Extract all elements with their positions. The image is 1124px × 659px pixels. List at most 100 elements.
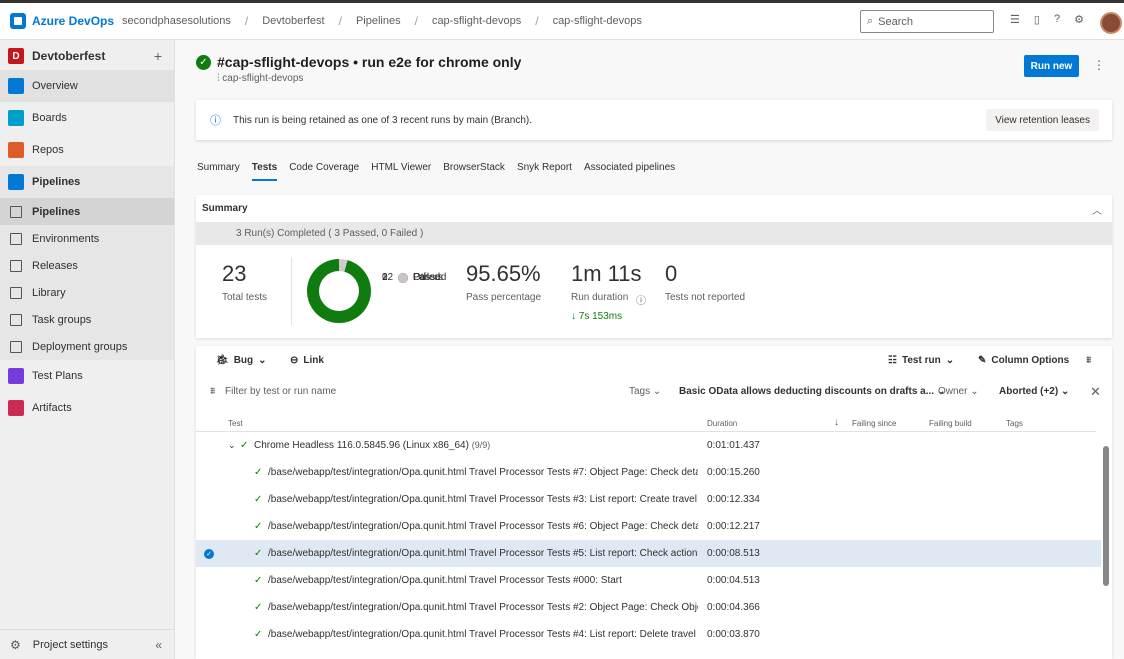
collapse-sidebar-icon[interactable]: « (155, 638, 162, 652)
filter-input[interactable]: Filter by test or run name (225, 386, 336, 397)
brand-name[interactable]: Azure DevOps (32, 14, 114, 28)
sidebar-item-artifacts[interactable]: Artifacts (0, 392, 174, 424)
add-icon[interactable]: + (154, 48, 162, 64)
table-row[interactable]: ✓ /base/webapp/test/integration/Opa.quni… (196, 513, 1101, 540)
pass-percentage-label: Pass percentage (466, 292, 542, 303)
sidebar-subitem-label: Environments (32, 232, 100, 245)
divider (291, 257, 292, 325)
test-name: /base/webapp/test/integration/Opa.qunit.… (268, 467, 698, 478)
column-options-button[interactable]: ✎ Column Options (978, 355, 1069, 366)
breadcrumb-run[interactable]: cap-sflight-devops (553, 15, 642, 27)
sort-down-icon[interactable]: ↓ (834, 417, 839, 428)
column-options-label: Column Options (991, 355, 1070, 366)
clear-filters-icon[interactable]: ✕ (1090, 384, 1101, 400)
owner-filter[interactable]: Owner ⌄ (938, 386, 979, 397)
test-name: /base/webapp/test/integration/Opa.qunit.… (268, 521, 698, 532)
breadcrumb-pipelines[interactable]: Pipelines (356, 15, 401, 27)
scroll-thumb[interactable] (1103, 446, 1109, 586)
scrollbar[interactable] (1102, 426, 1110, 656)
table-row[interactable]: ✓ /base/webapp/test/integration/Opa.quni… (196, 567, 1101, 594)
column-failing-build[interactable]: Failing build (929, 419, 972, 428)
tab-html-viewer[interactable]: HTML Viewer (371, 162, 431, 181)
search-icon: ⌕ (867, 15, 874, 27)
project-settings-link[interactable]: ⚙ Project settings « (0, 629, 174, 659)
test-duration: 0:00:08.513 (707, 548, 760, 559)
task-list-icon[interactable]: ☰ (1010, 13, 1020, 26)
selected-check-icon[interactable]: ✓ (204, 548, 214, 559)
owner-filter-label: Owner (938, 386, 968, 397)
tab-summary[interactable]: Summary (197, 162, 240, 181)
overview-icon (8, 78, 24, 94)
run-title-row: ✓ #cap-sflight-devops • run e2e for chro… (196, 54, 521, 70)
chevron-up-icon[interactable]: ︿ (1092, 202, 1102, 217)
project-header[interactable]: D Devtoberfest + (0, 42, 174, 70)
test-group-row[interactable]: ⌄ ✓ Chrome Headless 116.0.5845.96 (Linux… (196, 432, 1101, 459)
table-row[interactable]: ✓ /base/webapp/test/integration/Opa.quni… (196, 459, 1101, 486)
pipeline-link[interactable]: ⫶ cap-sflight-devops (217, 73, 303, 84)
sidebar: D Devtoberfest + Overview Boards Repos P… (0, 40, 175, 659)
tags-filter[interactable]: Tags ⌄ (629, 386, 661, 397)
breadcrumb-pipeline[interactable]: cap-sflight-devops (432, 15, 521, 27)
help-icon[interactable]: ? (1054, 13, 1060, 26)
not-reported-value: 0 (665, 261, 678, 286)
state-filter[interactable]: Aborted (+2) ⌄ (999, 386, 1069, 397)
table-row[interactable]: ✓ /base/webapp/test/integration/Opa.quni… (196, 594, 1101, 621)
sidebar-subitem-environments[interactable]: Environments (0, 225, 174, 252)
gear-icon: ⚙ (10, 637, 21, 652)
pipeline-name[interactable]: cap-sflight-devops (222, 73, 303, 84)
column-duration[interactable]: Duration (707, 419, 737, 428)
more-options-icon[interactable]: ⋮ (1093, 58, 1105, 72)
outcome-filter[interactable]: Basic OData allows deducting discounts o… (679, 386, 945, 397)
sidebar-item-test-plans[interactable]: Test Plans (0, 360, 174, 392)
search-input[interactable]: ⌕ Search (860, 10, 994, 33)
sidebar-subitem-label: Deployment groups (32, 340, 128, 353)
sidebar-subitem-releases[interactable]: Releases (0, 252, 174, 279)
chevron-down-icon: ⌄ (258, 355, 267, 366)
environments-icon (10, 232, 22, 245)
sidebar-subitem-library[interactable]: Library (0, 279, 174, 306)
azure-devops-logo-icon (10, 13, 26, 29)
filter-icon[interactable]: ⩩ (1086, 355, 1091, 366)
sidebar-subitem-pipelines[interactable]: Pipelines (0, 198, 174, 225)
tab-tests[interactable]: Tests (251, 162, 278, 181)
tab-snyk-report[interactable]: Snyk Report (517, 162, 572, 181)
info-icon[interactable]: ⓘ (636, 292, 646, 307)
releases-icon (10, 259, 22, 272)
column-failing-since[interactable]: Failing since (852, 419, 896, 428)
bug-button[interactable]: 🐞︎ Bug ⌄ (216, 355, 267, 366)
chevron-down-icon[interactable]: ⌄ (228, 440, 236, 451)
brand[interactable]: Azure DevOps (10, 13, 122, 29)
test-run-button[interactable]: ☷ Test run ⌄ (888, 355, 954, 366)
tab-browserstack[interactable]: BrowserStack (443, 162, 505, 181)
view-retention-leases-button[interactable]: View retention leases (986, 109, 1099, 131)
tab-code-coverage[interactable]: Code Coverage (289, 162, 359, 181)
project-name[interactable]: Devtoberfest (32, 49, 154, 63)
shopping-bag-icon[interactable]: ▯ (1034, 13, 1040, 26)
breadcrumb-project[interactable]: Devtoberfest (262, 15, 324, 27)
library-icon (10, 286, 22, 299)
sidebar-item-pipelines[interactable]: Pipelines (0, 166, 174, 198)
sidebar-subitem-deployment-groups[interactable]: Deployment groups (0, 333, 174, 360)
sidebar-subitem-label: Library (32, 286, 66, 299)
tab-bar: Summary Tests Code Coverage HTML Viewer … (197, 162, 675, 181)
user-settings-icon[interactable]: ⚙ (1074, 13, 1084, 26)
sidebar-item-boards[interactable]: Boards (0, 102, 174, 134)
info-icon: ⓘ (210, 115, 221, 127)
sidebar-item-repos[interactable]: Repos (0, 134, 174, 166)
column-test[interactable]: Test (228, 419, 243, 428)
table-row-selected[interactable]: ✓ ✓ /base/webapp/test/integration/Opa.qu… (196, 540, 1101, 567)
column-headers: Test Duration ↓ Failing since Failing bu… (196, 412, 1096, 432)
table-row[interactable]: ✓ /base/webapp/test/integration/Opa.quni… (196, 621, 1101, 648)
column-tags[interactable]: Tags (1006, 419, 1023, 428)
link-button[interactable]: ⊖ Link (290, 355, 324, 366)
run-new-button[interactable]: Run new (1024, 55, 1079, 77)
breadcrumb-org[interactable]: secondphasesolutions (122, 15, 231, 27)
success-check-icon: ✓ (196, 54, 211, 70)
sidebar-item-label: Repos (32, 144, 64, 156)
tab-associated-pipelines[interactable]: Associated pipelines (584, 162, 675, 181)
avatar[interactable] (1100, 12, 1122, 34)
sidebar-item-overview[interactable]: Overview (0, 70, 174, 102)
table-row[interactable]: ✓ /base/webapp/test/integration/Opa.quni… (196, 486, 1101, 513)
others-dot-icon (398, 272, 408, 283)
sidebar-subitem-task-groups[interactable]: Task groups (0, 306, 174, 333)
